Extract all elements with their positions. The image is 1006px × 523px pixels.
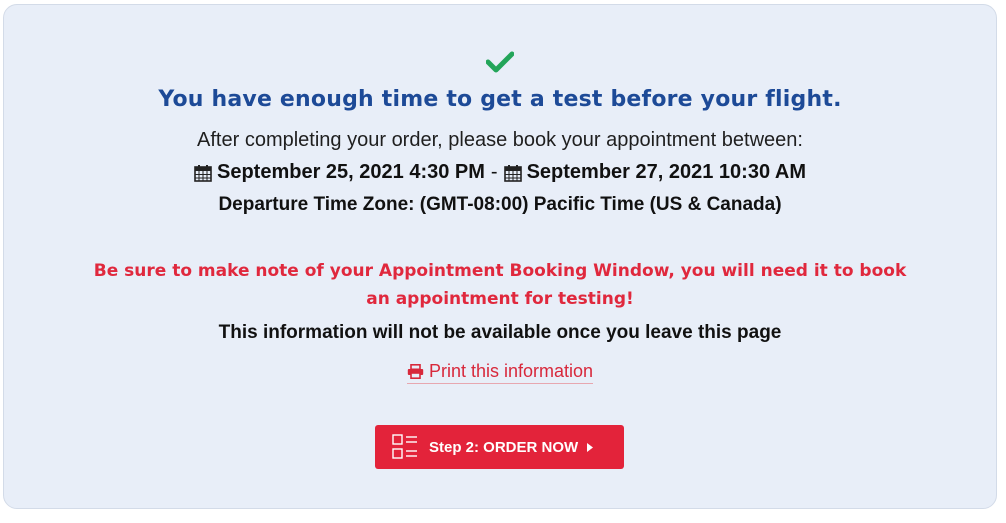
printer-icon	[407, 364, 424, 379]
print-link[interactable]: Print this information	[406, 361, 594, 384]
calendar-icon	[503, 164, 522, 182]
order-now-label: Step 2: ORDER NOW	[429, 438, 579, 456]
booking-window-intro: After completing your order, please book…	[197, 129, 803, 151]
booking-confirmation-card: You have enough time to get a test befor…	[3, 4, 997, 509]
departure-timezone: Departure Time Zone: (GMT-08:00) Pacific…	[218, 194, 782, 215]
window-separator: -	[490, 161, 498, 183]
caret-right-icon	[587, 442, 594, 452]
calendar-icon	[194, 164, 212, 182]
status-check	[4, 51, 996, 73]
print-link-row: Print this information	[4, 361, 996, 384]
booking-window-warning: Be sure to make note of your Appointment…	[93, 261, 907, 309]
window-start: September 25, 2021 4:30 PM	[217, 161, 485, 183]
booking-window-dates: September 25, 2021 4:30 PM - September 2…	[4, 161, 996, 184]
page-title: You have enough time to get a test befor…	[158, 87, 842, 112]
print-link-label: Print this information	[428, 361, 594, 381]
checkmark-icon	[486, 51, 514, 73]
order-now-button[interactable]: Step 2: ORDER NOW	[375, 425, 624, 469]
page-leave-notice: This information will not be available o…	[218, 322, 782, 343]
checklist-icon	[392, 434, 418, 460]
window-end: September 27, 2021 10:30 AM	[526, 161, 806, 183]
